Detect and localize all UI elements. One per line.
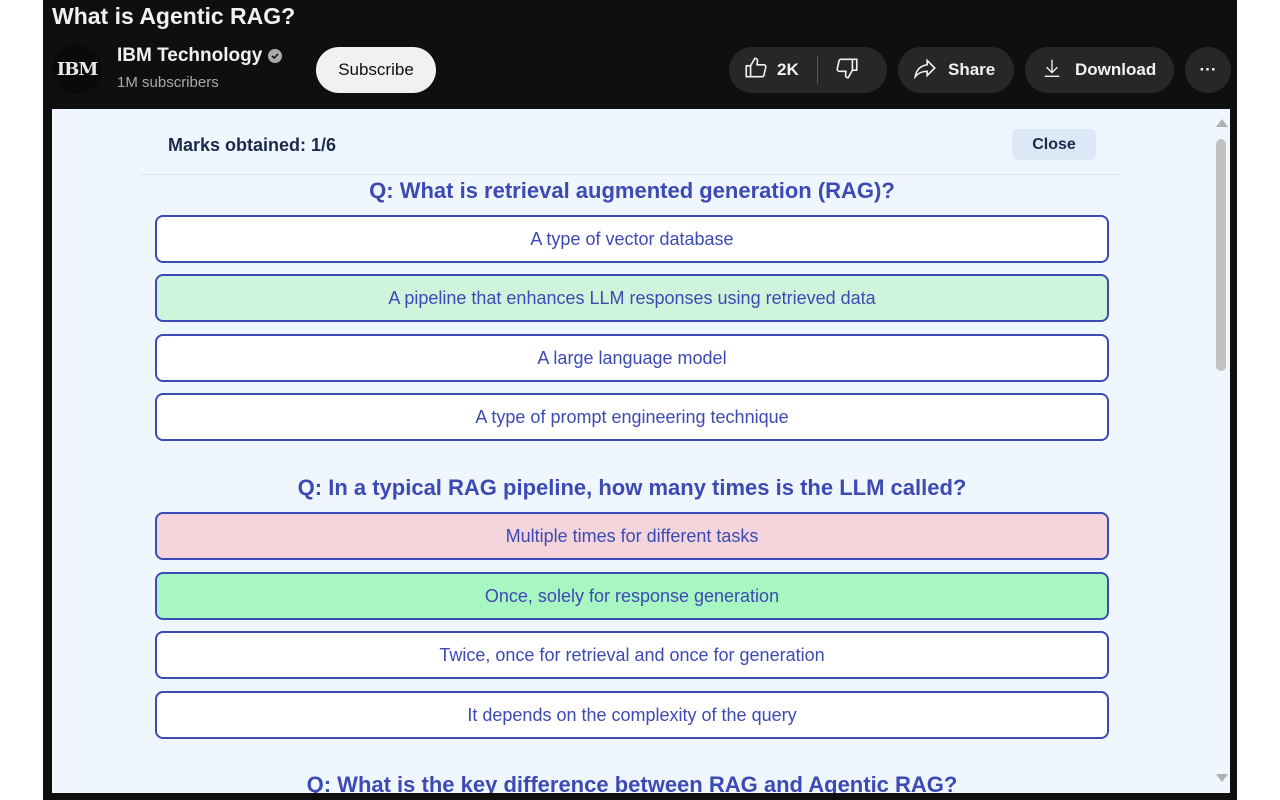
channel-name[interactable]: IBM Technology	[117, 45, 283, 67]
like-button[interactable]: 2K	[729, 47, 799, 93]
question-title: Q: What is retrieval augmented generatio…	[369, 178, 895, 203]
verified-icon	[268, 49, 283, 63]
share-icon	[912, 55, 938, 86]
scroll-down-arrow-icon[interactable]	[1216, 774, 1228, 782]
dislike-button[interactable]	[818, 47, 860, 93]
answer-option[interactable]: It depends on the complexity of the quer…	[155, 691, 1109, 739]
question-title: Q: What is the key difference between RA…	[306, 772, 958, 793]
quiz-panel: Marks obtained: 1/6 Close Q: What is ret…	[52, 109, 1230, 793]
more-icon: ···	[1199, 60, 1217, 79]
answer-option[interactable]: A large language model	[155, 334, 1109, 382]
like-count: 2K	[777, 60, 799, 79]
channel-name-label[interactable]: IBM Technology	[117, 45, 262, 67]
quiz-header: Marks obtained: 1/6 Close	[141, 109, 1122, 175]
answer-option-wrong[interactable]: Multiple times for different tasks	[155, 512, 1109, 560]
thumbs-down-icon	[834, 55, 860, 86]
marks-obtained: Marks obtained: 1/6	[168, 135, 337, 155]
download-button[interactable]: Download	[1025, 47, 1174, 93]
thumbs-up-icon	[743, 55, 769, 86]
download-label: Download	[1075, 60, 1157, 79]
like-dislike-group: 2K	[729, 47, 887, 93]
answer-option[interactable]: Twice, once for retrieval and once for g…	[155, 631, 1109, 679]
video-frame: What is Agentic RAG? IBM IBM Technology …	[43, 0, 1237, 800]
scrollbar[interactable]	[1212, 109, 1230, 793]
answer-option-correct[interactable]: A pipeline that enhances LLM responses u…	[155, 274, 1109, 322]
question-title: Q: In a typical RAG pipeline, how many t…	[297, 475, 967, 500]
close-button[interactable]: Close	[1012, 129, 1096, 160]
scroll-up-arrow-icon[interactable]	[1216, 119, 1228, 127]
download-icon	[1041, 57, 1063, 84]
subscriber-count: 1M subscribers	[117, 74, 219, 91]
answer-option[interactable]: A type of prompt engineering technique	[155, 393, 1109, 441]
answer-option-correct[interactable]: Once, solely for response generation	[155, 572, 1109, 620]
subscribe-button[interactable]: Subscribe	[316, 47, 436, 93]
answer-option[interactable]: A type of vector database	[155, 215, 1109, 263]
share-button[interactable]: Share	[898, 47, 1014, 93]
channel-avatar[interactable]: IBM	[52, 44, 102, 94]
more-actions-button[interactable]: ···	[1185, 47, 1231, 93]
scroll-thumb[interactable]	[1216, 139, 1226, 371]
share-label: Share	[948, 60, 996, 79]
video-title: What is Agentic RAG?	[52, 3, 296, 29]
